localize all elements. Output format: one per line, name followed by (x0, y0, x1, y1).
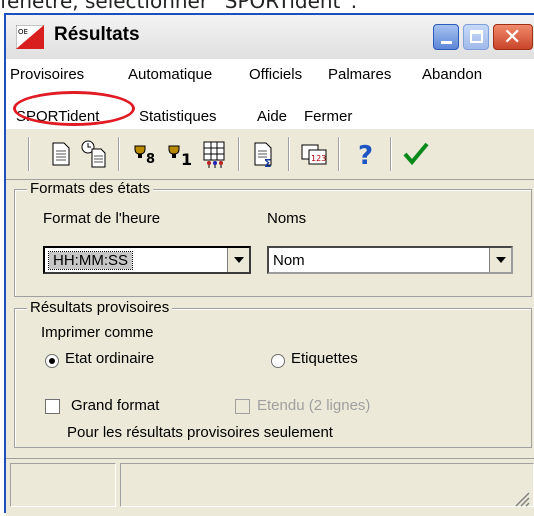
close-icon: ✕ (503, 25, 522, 50)
menu-abandon[interactable]: Abandon (422, 66, 482, 83)
names-value: Nom (273, 252, 305, 269)
menu-officiels[interactable]: Officiels (249, 66, 302, 83)
status-bar (6, 458, 534, 516)
toolbar-grip (28, 137, 30, 171)
status-pane (10, 463, 116, 507)
provisional-legend: Résultats provisoires (27, 299, 173, 316)
print-as-label: Imprimer comme (41, 324, 154, 341)
radio-labels[interactable] (271, 354, 285, 368)
menu-aide[interactable]: Aide (257, 108, 287, 125)
close-button[interactable]: ✕ (493, 24, 533, 50)
chevron-down-icon[interactable] (489, 248, 511, 272)
large-format-checkbox[interactable] (45, 399, 60, 414)
trophy-8-icon[interactable]: 8 (132, 139, 160, 169)
svg-text:?: ? (358, 141, 373, 169)
resize-grip-icon[interactable] (512, 489, 530, 507)
toolbar-separator (338, 137, 340, 171)
menu-palmares[interactable]: Palmares (328, 66, 391, 83)
minimize-icon (441, 41, 452, 44)
names-select[interactable]: Nom (267, 246, 513, 274)
menu-statistiques[interactable]: Statistiques (139, 108, 217, 125)
radio-labels-label[interactable]: Etiquettes (291, 350, 358, 367)
names-label: Noms (267, 210, 307, 227)
toolbar: 8 1 Σ 123 ? (6, 128, 534, 180)
menu-fermer[interactable]: Fermer (304, 108, 352, 125)
time-format-select[interactable]: HH:MM:SS (43, 246, 251, 274)
page-clock-icon[interactable] (80, 139, 108, 169)
svg-text:8: 8 (146, 152, 155, 167)
maximize-icon (470, 30, 483, 43)
app-icon: OE (16, 25, 44, 49)
extended-label: Etendu (2 lignes) (257, 397, 371, 414)
provisional-note: Pour les résultats provisoires seulement (67, 424, 333, 441)
title-bar[interactable]: OE Résultats ✕ (6, 15, 534, 60)
formats-group: Formats des états Format de l'heure Noms… (14, 180, 532, 297)
svg-text:Σ: Σ (264, 157, 272, 169)
window-title: Résultats (54, 24, 140, 45)
help-icon[interactable]: ? (352, 139, 380, 169)
toolbar-separator (118, 137, 120, 171)
toolbar-separator (288, 137, 290, 171)
time-format-label: Format de l'heure (43, 210, 161, 227)
minimize-button[interactable] (433, 24, 459, 50)
svg-text:123: 123 (311, 154, 326, 163)
radio-ordinary-label[interactable]: Etat ordinaire (65, 350, 154, 367)
instruction-caption: fenêtre, sélectionner “SPORTident”. (0, 0, 358, 13)
grid-people-icon[interactable] (200, 139, 228, 169)
toolbar-separator (238, 137, 240, 171)
check-icon[interactable] (402, 139, 430, 169)
chevron-down-icon[interactable] (227, 248, 249, 272)
status-pane (120, 463, 534, 507)
extended-checkbox[interactable] (235, 399, 250, 414)
maximize-button[interactable] (463, 24, 489, 50)
page-sum-icon[interactable]: Σ (250, 139, 278, 169)
provisional-group: Résultats provisoires Imprimer comme Eta… (14, 299, 532, 448)
page-icon[interactable] (46, 139, 74, 169)
svg-text:1: 1 (181, 150, 192, 169)
numbers-icon[interactable]: 123 (300, 139, 328, 169)
time-format-value: HH:MM:SS (48, 251, 133, 270)
large-format-label[interactable]: Grand format (71, 397, 159, 414)
toolbar-separator (390, 137, 392, 171)
menu-automatique[interactable]: Automatique (128, 66, 212, 83)
formats-legend: Formats des états (27, 180, 154, 197)
menu-provisoires[interactable]: Provisoires (10, 66, 84, 83)
highlight-ellipse (13, 91, 135, 126)
results-window: OE Résultats ✕ Provisoires Automatique O… (4, 13, 534, 516)
svg-text:OE: OE (18, 28, 28, 36)
radio-ordinary[interactable] (45, 354, 59, 368)
trophy-1-icon[interactable]: 1 (166, 139, 194, 169)
